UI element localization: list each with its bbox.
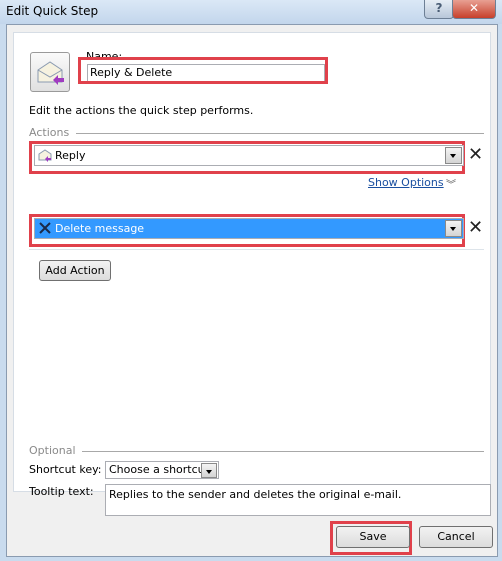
chevron-down-icon[interactable] bbox=[201, 463, 217, 478]
action-reply-label: Reply bbox=[55, 149, 86, 162]
action-delete-label: Delete message bbox=[55, 222, 145, 235]
optional-group-label: Optional bbox=[29, 444, 76, 457]
add-action-button[interactable]: Add Action bbox=[39, 260, 111, 281]
actions-group-label: Actions bbox=[29, 126, 70, 139]
delete-x-icon bbox=[39, 222, 51, 234]
name-highlight bbox=[78, 57, 328, 84]
cancel-button[interactable]: Cancel bbox=[419, 526, 493, 548]
actions-separator bbox=[29, 249, 484, 250]
cancel-label: Cancel bbox=[437, 530, 475, 543]
action-combo-delete[interactable]: Delete message bbox=[34, 218, 464, 239]
window-title: Edit Quick Step bbox=[6, 4, 99, 18]
instructions-text: Edit the actions the quick step performs… bbox=[29, 104, 254, 117]
dialog-body: Name: Reply & Delete Edit the actions th… bbox=[6, 24, 498, 557]
remove-action-delete-button[interactable]: ✕ bbox=[468, 219, 483, 237]
tooltip-text-label: Tooltip text: bbox=[29, 485, 94, 498]
save-button[interactable]: Save bbox=[336, 526, 410, 548]
help-button[interactable]: ? bbox=[424, 0, 454, 19]
double-chevron-down-icon[interactable]: ︾ bbox=[446, 176, 456, 191]
close-icon: ✕ bbox=[468, 1, 480, 15]
reply-envelope-icon bbox=[38, 149, 52, 162]
content-panel: Name: Reply & Delete Edit the actions th… bbox=[13, 32, 491, 516]
shortcut-key-label: Shortcut key: bbox=[29, 463, 102, 476]
quick-step-icon-button[interactable] bbox=[30, 52, 70, 92]
add-action-label: Add Action bbox=[45, 264, 105, 277]
tooltip-text-value: Replies to the sender and deletes the or… bbox=[109, 488, 402, 501]
save-label: Save bbox=[359, 530, 387, 543]
reply-envelope-icon bbox=[37, 61, 64, 85]
optional-divider bbox=[82, 451, 484, 452]
chevron-down-icon[interactable] bbox=[445, 220, 462, 237]
actions-divider bbox=[76, 133, 484, 134]
shortcut-key-value: Choose a shortcut bbox=[109, 463, 209, 476]
chevron-down-icon[interactable] bbox=[445, 147, 462, 164]
remove-action-reply-button[interactable]: ✕ bbox=[468, 146, 483, 164]
shortcut-key-select[interactable]: Choose a shortcut bbox=[105, 461, 219, 479]
action-combo-reply[interactable]: Reply bbox=[34, 145, 464, 166]
show-options-link[interactable]: Show Options bbox=[368, 176, 444, 189]
help-icon: ? bbox=[435, 1, 443, 15]
title-bar: Edit Quick Step ? ✕ bbox=[0, 0, 502, 24]
tooltip-text-input[interactable]: Replies to the sender and deletes the or… bbox=[105, 484, 491, 516]
close-button[interactable]: ✕ bbox=[452, 0, 496, 19]
